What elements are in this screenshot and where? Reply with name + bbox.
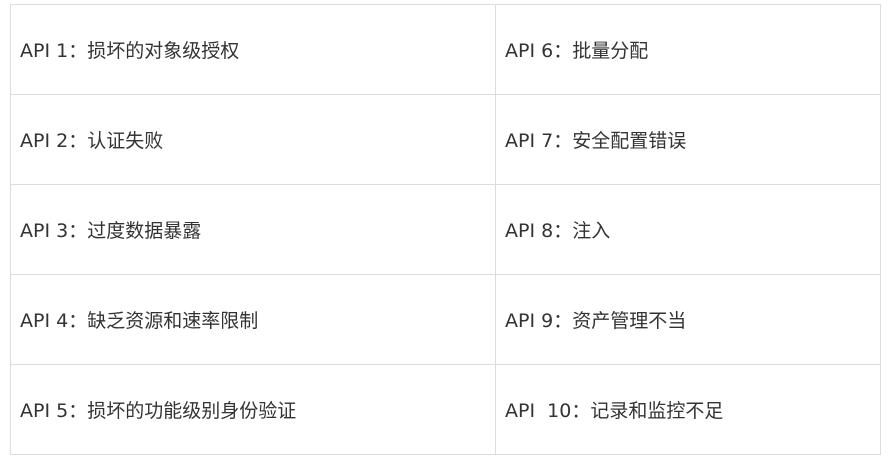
api-risk-title: 资产管理不当: [572, 310, 687, 332]
separator: ：: [553, 130, 573, 152]
api-risk-title: 认证失败: [87, 130, 164, 152]
table-cell: API 10：记录和监控不足: [495, 364, 881, 455]
api-table-container: API 1：损坏的对象级授权 API 6：批量分配 API 2：认证失败 API…: [10, 4, 881, 460]
table-cell: API 1：损坏的对象级授权: [10, 4, 496, 95]
api-code: API 4: [20, 310, 69, 332]
api-risk-title: 记录和监控不足: [590, 400, 724, 422]
api-code: API 10: [505, 400, 572, 422]
table-row: API 3：过度数据暴露 API 8：注入: [10, 184, 881, 275]
api-code: API 9: [505, 310, 554, 332]
table-row: API 2：认证失败 API 7：安全配置错误: [10, 94, 881, 185]
api-risk-title: 批量分配: [572, 40, 649, 62]
api-code: API 2: [20, 130, 69, 152]
separator: ：: [553, 40, 573, 62]
table-cell: API 5：损坏的功能级别身份验证: [10, 364, 496, 455]
table-cell: API 2：认证失败: [10, 94, 496, 185]
table-row: API 5：损坏的功能级别身份验证 API 10：记录和监控不足: [10, 364, 881, 455]
table-row: API 4：缺乏资源和速率限制 API 9：资产管理不当: [10, 274, 881, 365]
table-cell: API 4：缺乏资源和速率限制: [10, 274, 496, 365]
api-code: API 6: [505, 40, 554, 62]
api-risk-title: 缺乏资源和速率限制: [87, 310, 259, 332]
api-risk-table: API 1：损坏的对象级授权 API 6：批量分配 API 2：认证失败 API…: [10, 4, 881, 455]
api-code: API 1: [20, 40, 69, 62]
table-row: API 1：损坏的对象级授权 API 6：批量分配: [10, 4, 881, 95]
table-cell: API 7：安全配置错误: [495, 94, 881, 185]
api-risk-title: 损坏的对象级授权: [87, 40, 240, 62]
table-cell: API 6：批量分配: [495, 4, 881, 95]
api-code: API 5: [20, 400, 69, 422]
separator: ：: [553, 220, 573, 242]
separator: ：: [553, 310, 573, 332]
table-cell: API 3：过度数据暴露: [10, 184, 496, 275]
table-cell: API 8：注入: [495, 184, 881, 275]
separator: ：: [571, 400, 591, 422]
api-code: API 7: [505, 130, 554, 152]
api-code: API 8: [505, 220, 554, 242]
api-risk-title: 安全配置错误: [572, 130, 687, 152]
api-risk-title: 过度数据暴露: [87, 220, 202, 242]
separator: ：: [68, 40, 88, 62]
separator: ：: [68, 220, 88, 242]
api-risk-title: 损坏的功能级别身份验证: [87, 400, 297, 422]
separator: ：: [68, 130, 88, 152]
api-code: API 3: [20, 220, 69, 242]
separator: ：: [68, 310, 88, 332]
table-cell: API 9：资产管理不当: [495, 274, 881, 365]
api-risk-title: 注入: [572, 220, 611, 242]
separator: ：: [68, 400, 88, 422]
